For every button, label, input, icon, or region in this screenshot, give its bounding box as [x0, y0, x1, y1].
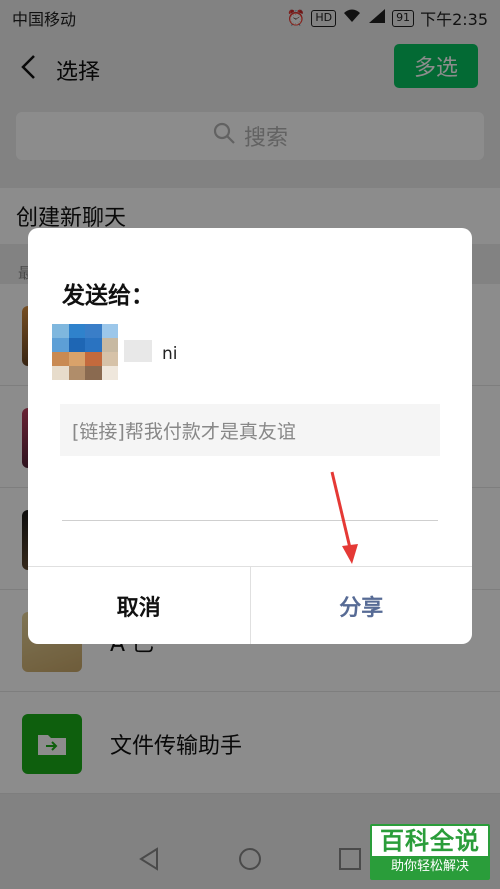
watermark-main: 百科全说: [380, 827, 480, 855]
send-to-dialog: 发送给： ni [链接]帮我付款才是真友谊 取消 分享: [28, 228, 472, 644]
share-button[interactable]: 分享: [251, 567, 473, 644]
message-preview: [链接]帮我付款才是真友谊: [60, 404, 440, 456]
annotation-arrow-icon: [320, 468, 370, 568]
cancel-button[interactable]: 取消: [28, 567, 251, 644]
recipient-avatar: [52, 324, 118, 380]
watermark-sub: 助你轻松解决: [372, 856, 488, 878]
dialog-footer: 取消 分享: [28, 566, 472, 644]
blurred-name-region: [124, 340, 152, 362]
recipient-name: ni: [162, 344, 178, 364]
dialog-title: 发送给：: [62, 283, 154, 309]
message-input-underline[interactable]: [62, 520, 438, 521]
watermark-logo: 百科全说 助你轻松解决: [370, 824, 490, 880]
